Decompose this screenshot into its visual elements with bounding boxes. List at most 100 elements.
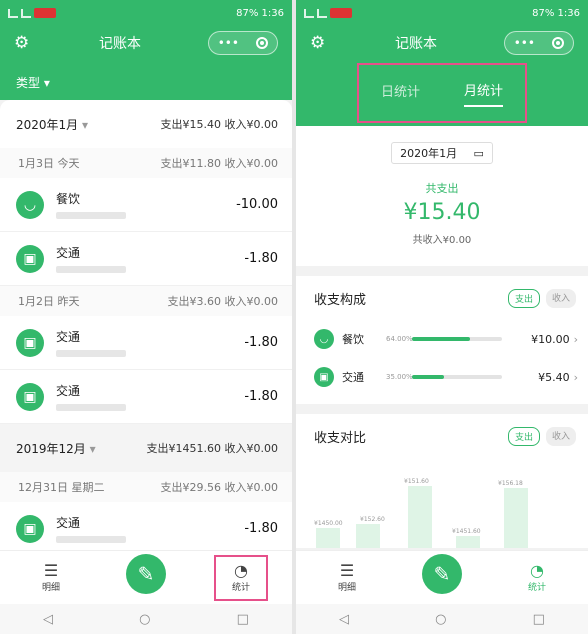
signal-icon [8,8,18,18]
signal-icon [304,8,314,18]
nav-detail-label: 明细 [41,583,60,593]
notification-badge [330,8,352,18]
comparison-chart: ¥1450.00 ¥152.60 ¥151.60 ¥1451.60 ¥156.1… [308,458,576,548]
signal-icon [317,8,327,18]
total-income: 共收入¥0.00 [412,235,472,246]
month-label: 2020年1月 [16,117,79,132]
category-amount: ¥5.40 [538,370,570,384]
clock: 1:36 [557,7,580,19]
entry-note [56,536,126,543]
home-icon[interactable]: ○ [435,612,446,627]
food-icon: ◡ [16,190,44,219]
nav-detail[interactable]: ☰ 明细 [320,555,374,601]
app-title: 记账本 [395,36,437,52]
nav-stats-label: 统计 [231,583,250,593]
day-expense: 支出¥11.80 [160,157,222,170]
comparison-card: 收支对比 支出 收入 ¥1450.00 ¥152.60 ¥151.60 ¥1451… [296,414,588,548]
type-filter[interactable]: 类型 ▾ [0,60,292,100]
tab-month[interactable]: 月统计 [463,80,503,107]
header: 87% 1:36 ⚙ 记账本 ••• 日统计 月统计 [296,0,588,126]
list-item[interactable]: ◡ 餐饮 -10.00 [0,178,292,232]
bus-icon: ▣ [16,514,44,543]
list-item[interactable]: ▣ 交通 -1.80 [0,502,292,556]
day-expense: 支出¥3.60 [167,295,222,308]
chart-bar [316,528,340,548]
gear-icon[interactable]: ⚙ [14,34,32,52]
edit-icon: ✎ [433,561,451,586]
chevron-right-icon: › [573,370,578,384]
income-toggle[interactable]: 收入 [545,426,576,446]
day-income: 收入¥0.00 [224,157,279,170]
recents-icon[interactable]: □ [237,612,249,627]
month-header[interactable]: 2020年1月 ▾ 支出¥15.40 收入¥0.00 [0,100,292,148]
battery-text: 87% [532,7,555,19]
nav-stats-label: 统计 [527,583,546,593]
miniapp-capsule[interactable]: ••• [208,31,278,55]
chart-bar [356,524,380,548]
nav-stats[interactable]: ◔ 统计 [510,555,564,601]
entry-note [56,404,126,411]
entry-category: 交通 [56,516,81,530]
category-amount: ¥10.00 [531,332,570,346]
entry-amount: -1.80 [244,251,278,266]
nav-detail-label: 明细 [337,583,356,593]
expense-toggle[interactable]: 支出 [507,288,540,308]
list-item[interactable]: ▣ 交通 -1.80 [0,232,292,286]
recents-icon[interactable]: □ [533,612,545,627]
bottom-nav: ☰ 明细 ✎ ◔ 统计 [296,550,588,604]
date-picker[interactable]: 2020年1月 ▭ [391,142,493,164]
food-icon: ◡ [314,329,334,349]
more-icon[interactable]: ••• [218,36,239,50]
back-icon[interactable]: ◁ [339,612,349,627]
category-percent: 64.00% [386,335,413,343]
day-header: 12月31日 星期二 支出¥29.56 收入¥0.00 [0,472,292,502]
calendar-icon: ▭ [473,146,484,160]
nav-detail[interactable]: ☰ 明细 [24,555,78,601]
home-icon[interactable]: ○ [139,612,150,627]
more-icon[interactable]: ••• [514,36,535,50]
system-nav: ◁ ○ □ [296,604,588,634]
month-label: 2019年12月 [16,441,86,456]
title-bar: ⚙ 记账本 ••• [296,26,588,60]
income-toggle[interactable]: 收入 [545,288,576,308]
chevron-down-icon: ▾ [89,441,96,456]
month-header[interactable]: 2019年12月 ▾ 支出¥1451.60 收入¥0.00 [0,424,292,472]
day-label: 12月31日 星期二 [18,481,105,494]
day-expense: 支出¥29.56 [160,481,222,494]
day-income: 收入¥0.00 [224,295,279,308]
edit-icon: ✎ [137,561,155,586]
bus-icon: ▣ [16,382,44,411]
expense-toggle[interactable]: 支出 [507,426,540,446]
nav-stats[interactable]: ◔ 统计 [214,554,268,601]
signal-icon [21,8,31,18]
status-bar: 87% 1:36 [296,0,588,26]
category-row[interactable]: ◡ 餐饮 64.00% ¥10.00 › [296,320,588,358]
date-label: 2020年1月 [400,147,458,160]
miniapp-capsule[interactable]: ••• [504,31,574,55]
day-label: 1月3日 今天 [18,157,80,170]
list-item[interactable]: ▣ 交通 -1.80 [0,370,292,424]
category-name: 餐饮 [342,333,364,346]
title-bar: ⚙ 记账本 ••• [0,26,292,60]
entry-amount: -1.80 [244,521,278,536]
close-miniapp-icon[interactable] [552,37,565,49]
chart-bar [456,536,480,548]
entry-category: 交通 [56,330,81,344]
category-row[interactable]: ▣ 交通 35.00% ¥5.40 › [296,358,588,396]
close-miniapp-icon[interactable] [256,37,269,49]
back-icon[interactable]: ◁ [43,612,53,627]
gear-icon[interactable]: ⚙ [310,34,328,52]
total-expense-amount: ¥15.40 [403,200,481,225]
chart-bar-label: ¥1451.60 [452,528,481,535]
tab-day[interactable]: 日统计 [381,81,420,106]
comparison-title: 收支对比 [314,430,367,446]
list-item[interactable]: ▣ 交通 -1.80 [0,316,292,370]
bus-icon: ▣ [16,328,44,357]
day-income: 收入¥0.00 [224,481,279,494]
statistics-screen: 87% 1:36 ⚙ 记账本 ••• 日统计 月统计 2020年1月 ▭ 共支出 … [296,0,588,634]
chevron-down-icon: ▾ [43,76,50,90]
entry-note [56,266,126,273]
add-record-button[interactable]: ✎ [422,553,462,594]
add-record-button[interactable]: ✎ [126,553,166,594]
month-expense: 支出¥1451.60 [146,442,222,455]
